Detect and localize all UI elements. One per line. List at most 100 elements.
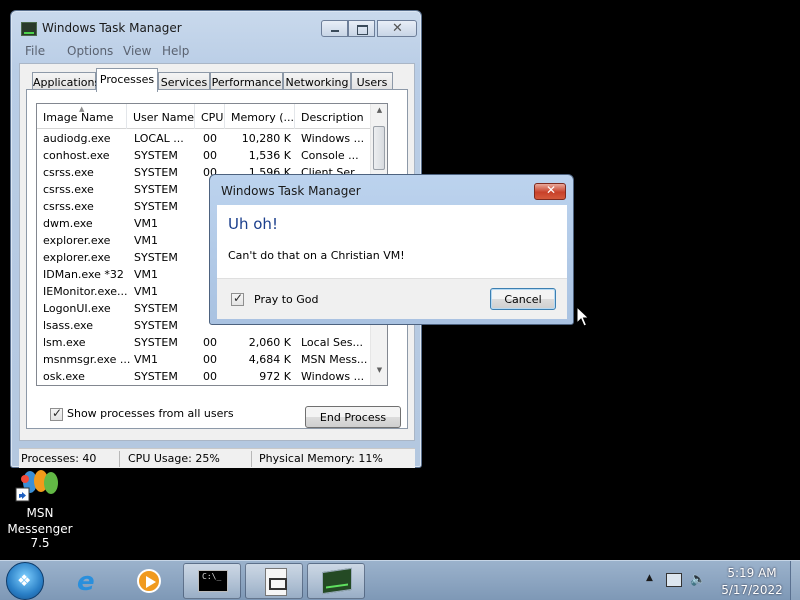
dialog-heading: Uh oh! (228, 215, 278, 233)
process-name: dwm.exe (43, 217, 93, 230)
table-row[interactable]: msnmsgr.exe ... VM1 00 4,684 K MSN Mess... (37, 351, 371, 368)
media-player-icon (137, 569, 161, 593)
process-name: osk.exe (43, 370, 85, 383)
clock-time[interactable]: 5:19 AM (717, 566, 787, 580)
minimize-button[interactable] (321, 20, 348, 37)
network-icon[interactable] (666, 573, 682, 587)
show-desktop-button[interactable] (790, 561, 800, 600)
menu-view[interactable]: View (123, 44, 151, 58)
process-name: csrss.exe (43, 166, 94, 179)
process-name: IDMan.exe *32 (43, 268, 124, 281)
scroll-thumb[interactable] (373, 126, 385, 170)
end-process-button[interactable]: End Process (305, 406, 401, 428)
table-row[interactable]: conhost.exe SYSTEM 00 1,536 K Console ... (37, 147, 371, 164)
status-bar: Processes: 40 CPU Usage: 25% Physical Me… (19, 448, 415, 468)
close-icon: ✕ (392, 21, 403, 36)
process-user: SYSTEM (134, 336, 178, 349)
process-memory: 972 K (259, 370, 291, 383)
process-memory: 10,280 K (241, 132, 291, 145)
column-memory[interactable]: Memory (... (225, 104, 295, 129)
process-cpu: 00 (203, 336, 217, 349)
process-user: SYSTEM (134, 149, 178, 162)
process-user: VM1 (134, 268, 159, 281)
dialog-footer: ✓ Pray to God Cancel (217, 278, 567, 319)
pray-to-god-checkbox[interactable]: ✓ (231, 291, 244, 306)
notepad-icon (265, 568, 287, 596)
menu-options[interactable]: Options (67, 44, 113, 58)
taskbar-task-manager[interactable] (307, 563, 365, 599)
show-all-users-label: Show processes from all users (67, 407, 234, 420)
dialog-close-button[interactable]: ✕ (534, 183, 566, 200)
table-row[interactable]: audiodg.exe LOCAL ... 00 10,280 K Windows ..… (37, 130, 371, 147)
title-bar[interactable]: Windows Task Manager ✕ (11, 11, 421, 41)
table-row[interactable]: osk.exe SYSTEM 00 972 K Windows ... (37, 368, 371, 385)
process-user: SYSTEM (134, 370, 178, 383)
menu-file[interactable]: File (25, 44, 45, 58)
scroll-up-icon[interactable]: ▲ (371, 106, 387, 123)
maximize-button[interactable] (348, 20, 375, 37)
desktop-icon-label: Messenger 7.5 (7, 522, 73, 550)
process-user: SYSTEM (134, 166, 178, 179)
clock-date[interactable]: 5/17/2022 (717, 583, 787, 597)
status-processes: Processes: 40 (21, 452, 97, 465)
process-name: explorer.exe (43, 234, 111, 247)
menu-bar: File Options View Help (19, 42, 415, 62)
process-description: MSN Mess... (301, 353, 368, 366)
scroll-down-icon[interactable]: ▼ (371, 366, 387, 383)
taskbar-media-player[interactable] (120, 563, 178, 599)
process-user: SYSTEM (134, 302, 178, 315)
status-cpu-usage: CPU Usage: 25% (128, 452, 220, 465)
error-dialog: Windows Task Manager ✕ Uh oh! Can't do t… (209, 174, 574, 325)
process-cpu: 00 (203, 132, 217, 145)
table-row[interactable]: lsm.exe SYSTEM 00 2,060 K Local Ses... (37, 334, 371, 351)
tab-processes[interactable]: Processes (96, 68, 158, 92)
process-name: explorer.exe (43, 251, 111, 264)
volume-icon[interactable]: 🔈 (690, 572, 706, 587)
process-user: LOCAL ... (134, 132, 184, 145)
task-manager-icon (322, 567, 352, 595)
process-user: VM1 (134, 234, 159, 247)
taskbar-notepad[interactable] (245, 563, 303, 599)
checkmark-icon: ✓ (52, 406, 63, 420)
process-name: conhost.exe (43, 149, 110, 162)
start-button[interactable]: ❖ (6, 562, 44, 600)
process-cpu: 00 (203, 370, 217, 383)
process-user: VM1 (134, 285, 159, 298)
pray-to-god-label[interactable]: Pray to God (254, 293, 319, 306)
menu-help[interactable]: Help (162, 44, 189, 58)
close-icon: ✕ (546, 183, 557, 197)
cancel-button[interactable]: Cancel (490, 288, 556, 310)
process-name: msnmsgr.exe ... (43, 353, 131, 366)
process-user: VM1 (134, 353, 159, 366)
process-name: audiodg.exe (43, 132, 111, 145)
process-name: csrss.exe (43, 200, 94, 213)
desktop-icon-msn-messenger[interactable]: MSN Messenger 7.5 (0, 466, 80, 550)
process-description: Console ... (301, 149, 359, 162)
system-tray: ▲ 🔈 5:19 AM 5/17/2022 (640, 561, 800, 600)
process-name: lsm.exe (43, 336, 86, 349)
process-name: csrss.exe (43, 183, 94, 196)
process-user: VM1 (134, 217, 159, 230)
status-physical-memory: Physical Memory: 11% (259, 452, 383, 465)
column-user-name[interactable]: User Name (127, 104, 195, 129)
task-manager-icon (21, 22, 37, 36)
close-button[interactable]: ✕ (377, 20, 417, 37)
taskbar-internet-explorer[interactable]: e (62, 563, 120, 599)
column-cpu[interactable]: CPU (195, 104, 225, 129)
windows-logo-icon: ❖ (17, 571, 32, 590)
dialog-content: Uh oh! Can't do that on a Christian VM! (217, 205, 567, 278)
sort-arrow-icon: ▲ (79, 105, 85, 113)
column-image-name[interactable]: ▲ Image Name (37, 104, 127, 129)
column-description[interactable]: Description (295, 104, 371, 129)
command-prompt-icon: C:\_ (198, 570, 228, 592)
internet-explorer-icon: e (77, 567, 95, 597)
show-hidden-icons-icon[interactable]: ▲ (646, 573, 653, 583)
desktop-icon-label: MSN (26, 506, 54, 520)
process-name: IEMonitor.exe... (43, 285, 128, 298)
taskbar-command-prompt[interactable]: C:\_ (183, 563, 241, 599)
process-user: SYSTEM (134, 183, 178, 196)
process-description: Local Ses... (301, 336, 363, 349)
process-user: SYSTEM (134, 251, 178, 264)
show-all-users-checkbox[interactable]: ✓ (50, 406, 63, 421)
process-memory: 2,060 K (248, 336, 291, 349)
